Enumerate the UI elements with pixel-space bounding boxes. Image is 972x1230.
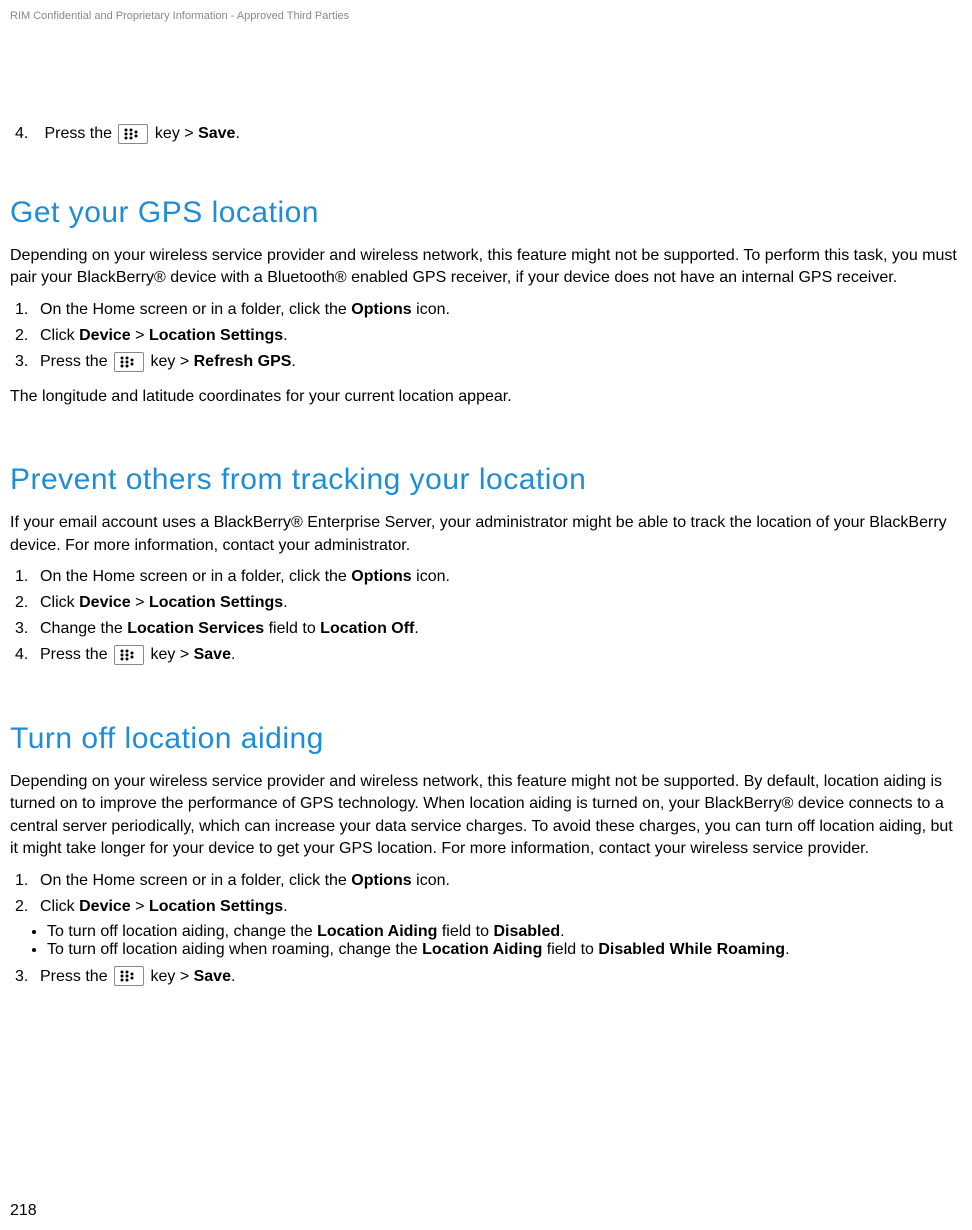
step-text: > (131, 594, 149, 611)
bold-disabled-roaming: Disabled While Roaming (598, 941, 785, 958)
step-text: Click (40, 898, 79, 915)
bold-device: Device (79, 327, 131, 344)
step-text: Click (40, 594, 79, 611)
step-text: On the Home screen or in a folder, click… (40, 568, 351, 585)
step-text: key > (146, 646, 194, 663)
heading-prevent-tracking: Prevent others from tracking your locati… (10, 463, 962, 497)
steps-aiding-cont: 3.Press the key > Save. (10, 965, 962, 989)
bullet-text: field to (437, 923, 493, 940)
step-text: key > (146, 968, 194, 985)
aiding-step-3: 3.Press the key > Save. (10, 965, 962, 989)
step-text: key > (146, 353, 194, 370)
bullet-text: . (785, 941, 789, 958)
step-text: Press the (40, 968, 112, 985)
aiding-bullets: To turn off location aiding, change the … (32, 923, 962, 959)
prevent-step-3: 3.Change the Location Services field to … (10, 617, 962, 641)
bold-options: Options (351, 301, 411, 318)
step-number: 2. (15, 324, 40, 348)
bold-save: Save (194, 968, 231, 985)
prevent-step-1: 1.On the Home screen or in a folder, cli… (10, 565, 962, 589)
steps-gps: 1.On the Home screen or in a folder, cli… (10, 298, 962, 374)
step-text: On the Home screen or in a folder, click… (40, 301, 351, 318)
bold-save: Save (198, 125, 235, 142)
document-page: RIM Confidential and Proprietary Informa… (0, 0, 972, 1230)
step-text: key > (150, 125, 198, 142)
bold-location-off: Location Off (320, 620, 414, 637)
bold-location-settings: Location Settings (149, 594, 283, 611)
steps-aiding: 1.On the Home screen or in a folder, cli… (10, 869, 962, 919)
bullet-text: To turn off location aiding when roaming… (47, 941, 422, 958)
step-text: . (283, 327, 287, 344)
step-number: 4. (15, 643, 40, 667)
step-text: . (231, 646, 235, 663)
aiding-bullet-disabled: To turn off location aiding, change the … (47, 923, 962, 941)
bold-device: Device (79, 594, 131, 611)
gps-step-3: 3.Press the key > Refresh GPS. (10, 350, 962, 374)
intro-aiding: Depending on your wireless service provi… (10, 771, 962, 861)
gps-step-2: 2.Click Device > Location Settings. (10, 324, 962, 348)
menu-key-icon (114, 352, 144, 372)
step-text: icon. (412, 872, 450, 889)
step-number: 3. (15, 965, 40, 989)
bold-disabled: Disabled (493, 923, 560, 940)
header-confidential: RIM Confidential and Proprietary Informa… (10, 10, 962, 22)
step-text: > (131, 327, 149, 344)
step-text: . (231, 968, 235, 985)
step-text: . (283, 898, 287, 915)
menu-key-icon (118, 124, 148, 144)
step-text: . (291, 353, 295, 370)
step-number: 1. (15, 298, 40, 322)
bold-options: Options (351, 568, 411, 585)
bold-device: Device (79, 898, 131, 915)
menu-key-icon (114, 645, 144, 665)
page-number: 218 (10, 1202, 37, 1220)
outro-gps: The longitude and latitude coordinates f… (10, 386, 962, 408)
step-text: icon. (412, 568, 450, 585)
step-number: 3. (15, 617, 40, 641)
step-4-save: 4. Press the key > Save. (10, 122, 962, 146)
heading-location-aiding: Turn off location aiding (10, 722, 962, 756)
step-text: . (235, 125, 239, 142)
step-text: Click (40, 327, 79, 344)
menu-key-icon (114, 966, 144, 986)
step-number: 2. (15, 591, 40, 615)
intro-prevent: If your email account uses a BlackBerry®… (10, 512, 962, 557)
step-number: 4. (15, 122, 40, 146)
step-text: field to (264, 620, 320, 637)
step-text: . (283, 594, 287, 611)
prevent-step-4: 4.Press the key > Save. (10, 643, 962, 667)
step-text: Press the (40, 353, 112, 370)
step-number: 1. (15, 565, 40, 589)
aiding-step-1: 1.On the Home screen or in a folder, cli… (10, 869, 962, 893)
heading-gps-location: Get your GPS location (10, 196, 962, 230)
step-text: Press the (44, 125, 116, 142)
step-text: Change the (40, 620, 127, 637)
step-text: > (131, 898, 149, 915)
bold-location-services: Location Services (127, 620, 264, 637)
steps-prevent: 1.On the Home screen or in a folder, cli… (10, 565, 962, 667)
bold-save: Save (194, 646, 231, 663)
aiding-step-2: 2.Click Device > Location Settings. (10, 895, 962, 919)
step-text: Press the (40, 646, 112, 663)
step-text: icon. (412, 301, 450, 318)
step-text: . (414, 620, 418, 637)
gps-step-1: 1.On the Home screen or in a folder, cli… (10, 298, 962, 322)
bold-location-aiding: Location Aiding (317, 923, 437, 940)
step-text: On the Home screen or in a folder, click… (40, 872, 351, 889)
step-number: 3. (15, 350, 40, 374)
bold-location-settings: Location Settings (149, 898, 283, 915)
bullet-text: . (560, 923, 564, 940)
bullet-text: To turn off location aiding, change the (47, 923, 317, 940)
bold-options: Options (351, 872, 411, 889)
continuation-step-block: 4. Press the key > Save. (10, 122, 962, 146)
prevent-step-2: 2.Click Device > Location Settings. (10, 591, 962, 615)
intro-gps: Depending on your wireless service provi… (10, 245, 962, 290)
step-number: 2. (15, 895, 40, 919)
bold-location-settings: Location Settings (149, 327, 283, 344)
bold-refresh-gps: Refresh GPS (194, 353, 292, 370)
bold-location-aiding: Location Aiding (422, 941, 542, 958)
step-number: 1. (15, 869, 40, 893)
bullet-text: field to (542, 941, 598, 958)
aiding-bullet-roaming: To turn off location aiding when roaming… (47, 941, 962, 959)
